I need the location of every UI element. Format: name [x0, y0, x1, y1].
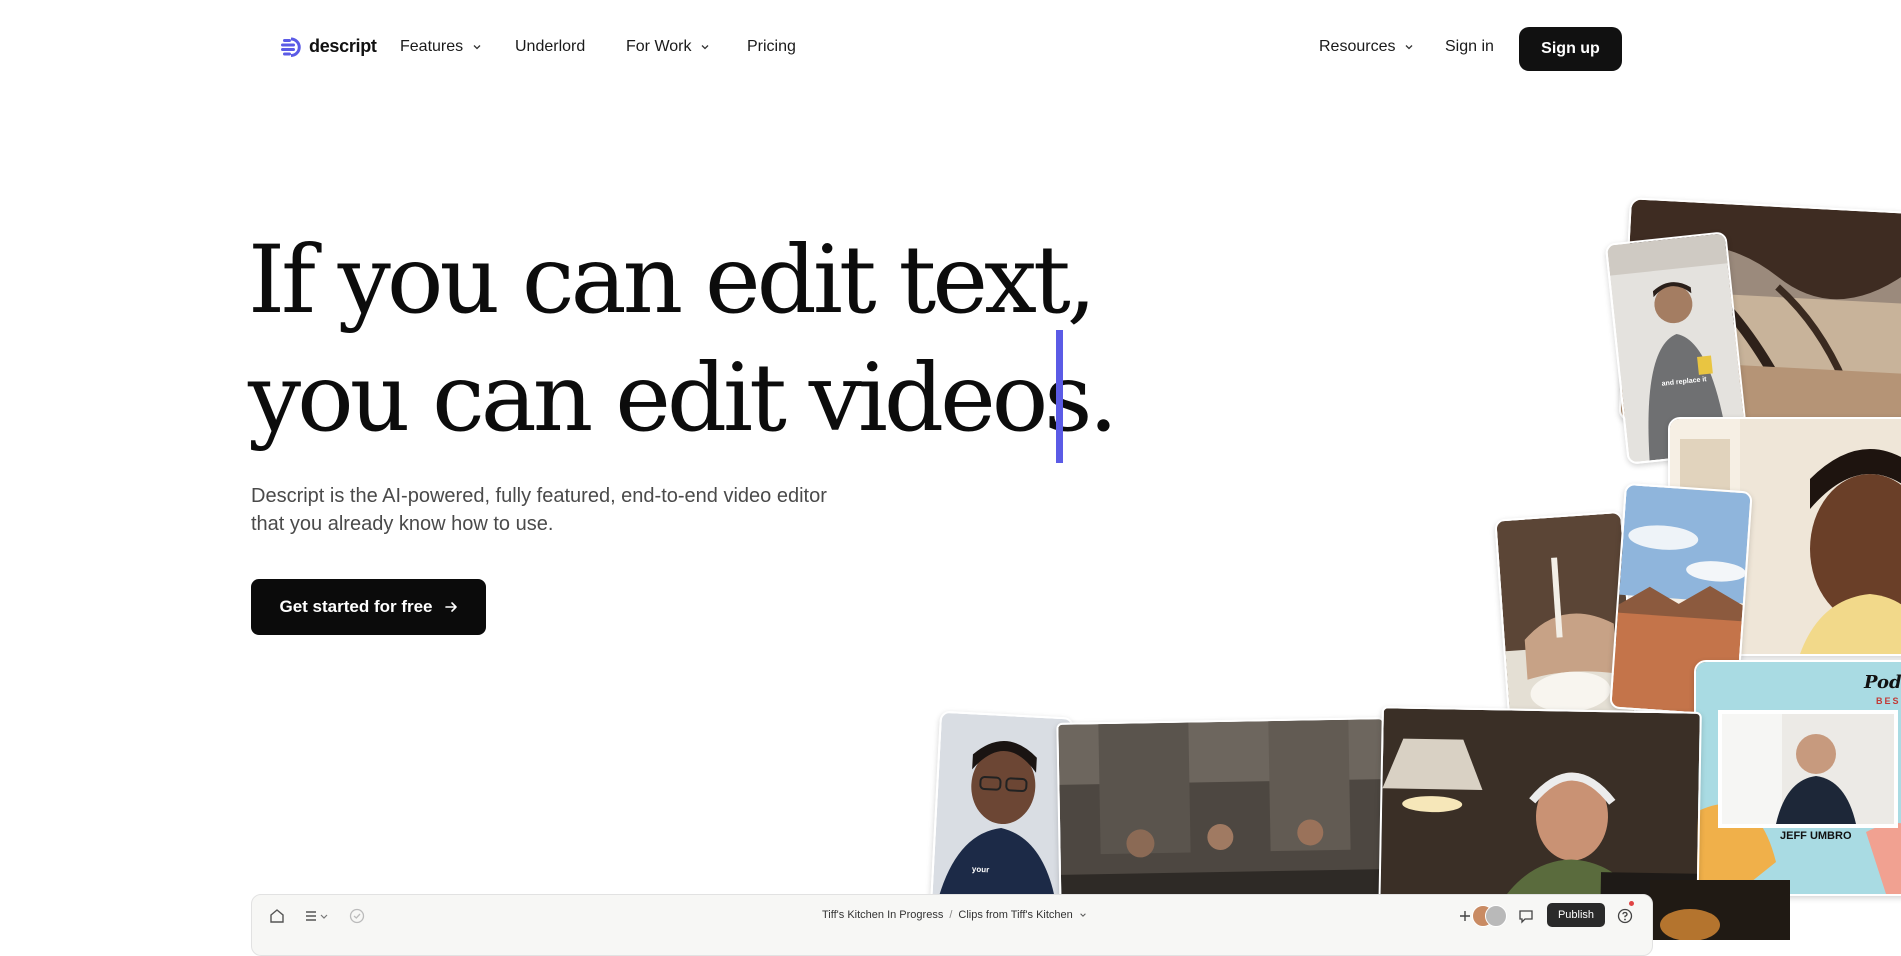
caption-podcast-logo-sub: BES: [1876, 696, 1901, 706]
get-started-label: Get started for free: [279, 597, 433, 616]
publish-label: Publish: [1557, 909, 1595, 921]
breadcrumb-separator: /: [949, 909, 953, 921]
chevron-down-icon: [702, 45, 709, 50]
video-thumb-podcast-studio: [1056, 717, 1388, 917]
chevron-down-icon: [473, 45, 481, 50]
nav-pricing[interactable]: Pricing: [747, 38, 796, 56]
descript-logo-icon: [281, 37, 301, 57]
nav-for-work[interactable]: For Work: [626, 38, 710, 56]
sign-up-label: Sign up: [1541, 40, 1600, 57]
descript-logo[interactable]: descript: [281, 36, 377, 57]
breadcrumb-project[interactable]: Tiff's Kitchen In Progress: [822, 909, 943, 921]
nav-pricing-label: Pricing: [747, 38, 796, 55]
breadcrumb: Tiff's Kitchen In Progress / Clips from …: [822, 909, 1087, 921]
hero-headline-line-2: you can edit videos.: [248, 344, 1118, 453]
caption-hoodie-text: your: [971, 864, 990, 875]
hero-subcopy-line-2: that you already know how to use.: [251, 513, 554, 535]
video-thumb-food: [1650, 880, 1790, 940]
sign-up-button[interactable]: Sign up: [1519, 27, 1622, 71]
nav-underlord[interactable]: Underlord: [515, 38, 585, 56]
avatar: [1485, 905, 1507, 927]
nav-for-work-label: For Work: [626, 38, 692, 55]
nav-underlord-label: Underlord: [515, 38, 586, 55]
text-cursor-caret: [1056, 330, 1063, 463]
logo-text: descript: [309, 36, 377, 56]
caption-podcast-logo: Pod: [1864, 672, 1901, 693]
hero-headline-line-1: If you can edit text,: [248, 226, 1097, 335]
check-circle-icon[interactable]: [348, 907, 366, 925]
breadcrumb-composition[interactable]: Clips from Tiff's Kitchen: [958, 909, 1072, 921]
nav-resources-label: Resources: [1319, 38, 1396, 55]
caption-jeff-umbro: JEFF UMBRO: [1780, 830, 1852, 842]
video-thumb-man-hoodie: your: [930, 710, 1074, 912]
arrow-right-icon: [444, 602, 457, 612]
help-icon[interactable]: [1616, 907, 1634, 925]
comment-icon[interactable]: [1517, 907, 1535, 925]
collaborator-avatars[interactable]: [1472, 905, 1508, 927]
hero-subcopy: Descript is the AI-powered, fully featur…: [251, 482, 911, 538]
home-icon[interactable]: [268, 907, 286, 925]
notification-dot: [1629, 901, 1634, 906]
top-nav: descript Features Underlord For Work Pri…: [0, 0, 1901, 98]
chevron-down-icon[interactable]: [1079, 911, 1087, 919]
nav-features[interactable]: Features: [400, 38, 482, 56]
nav-features-label: Features: [400, 38, 464, 55]
sign-in-link[interactable]: Sign in: [1445, 38, 1494, 56]
video-thumb-podcast-guest: JEFF UMBRO Pod BES: [1694, 660, 1901, 896]
hero-headline: If you can edit text, you can edit video…: [248, 222, 1118, 458]
publish-button[interactable]: Publish: [1547, 903, 1605, 927]
menu-icon[interactable]: [304, 907, 330, 925]
chevron-down-icon: [1406, 45, 1413, 50]
get-started-button[interactable]: Get started for free: [251, 579, 486, 635]
hero-subcopy-line-1: Descript is the AI-powered, fully featur…: [251, 485, 827, 507]
nav-resources[interactable]: Resources: [1319, 38, 1414, 56]
sign-in-label: Sign in: [1445, 38, 1494, 55]
editor-preview-toolbar: Tiff's Kitchen In Progress / Clips from …: [251, 894, 1653, 956]
